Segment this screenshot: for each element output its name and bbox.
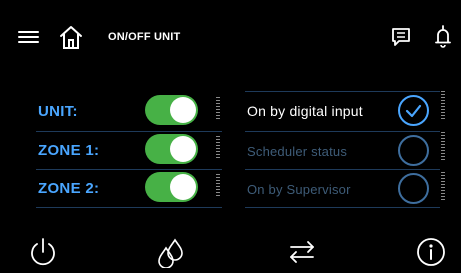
power-icon[interactable] [27, 236, 59, 268]
unit-toggle[interactable] [145, 95, 198, 125]
separator [36, 207, 222, 208]
drops-icon[interactable] [156, 236, 186, 269]
zone-2-label: ZONE 2: [38, 180, 100, 197]
zone-1-label: ZONE 1: [38, 142, 100, 159]
drag-handle-icon [441, 172, 445, 202]
drag-handle-icon [216, 97, 220, 121]
zone-1-toggle[interactable] [145, 134, 198, 164]
separator [245, 131, 440, 132]
bell-icon[interactable] [435, 25, 451, 49]
zone-2-toggle[interactable] [145, 172, 198, 202]
info-icon[interactable] [416, 237, 446, 267]
separator [36, 131, 222, 132]
status-scheduler-label: Scheduler status [247, 144, 348, 159]
drag-handle-icon [216, 136, 220, 160]
hamburger-menu-icon[interactable] [18, 31, 39, 43]
status-supervisor-label: On by Supervisor [247, 182, 351, 197]
status-digital-input-indicator [398, 95, 429, 126]
separator [36, 169, 222, 170]
separator [245, 207, 440, 208]
status-scheduler-indicator [398, 135, 429, 166]
checkmark-icon [405, 104, 422, 118]
message-icon[interactable] [391, 27, 411, 47]
unit-label: UNIT: [38, 103, 78, 120]
home-icon[interactable] [59, 24, 83, 50]
separator [245, 91, 440, 92]
separator [245, 169, 440, 170]
drag-handle-icon [441, 132, 445, 162]
page-title: ON/OFF UNIT [108, 31, 181, 43]
drag-handle-icon [216, 174, 220, 198]
drag-handle-icon [441, 91, 445, 121]
arrows-exchange-icon[interactable] [288, 240, 316, 264]
status-supervisor-indicator [398, 173, 429, 204]
status-digital-input-label: On by digital input [247, 103, 363, 119]
